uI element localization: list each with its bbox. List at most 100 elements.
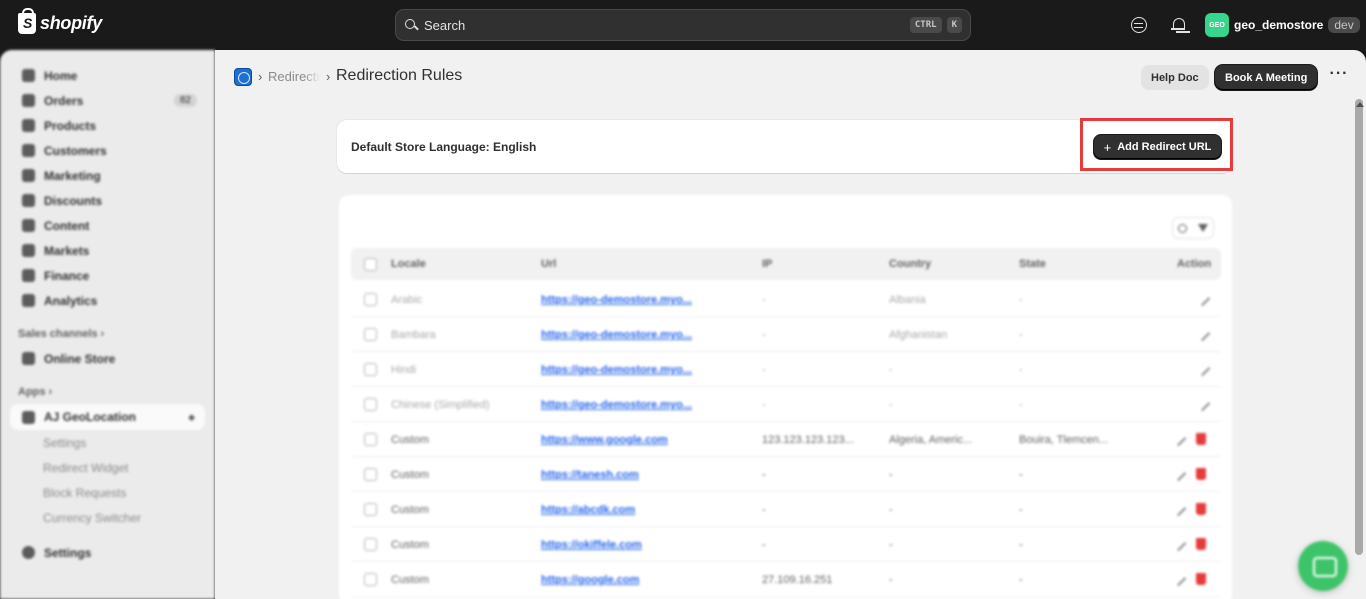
- add-redirect-url-label: Add Redirect URL: [1117, 141, 1212, 153]
- row-checkbox[interactable]: [364, 398, 377, 411]
- row-checkbox[interactable]: [364, 468, 377, 481]
- orders-icon: [22, 94, 35, 107]
- sidebar-item-discounts[interactable]: Discounts: [0, 188, 215, 213]
- row-checkbox[interactable]: [364, 538, 377, 551]
- more-actions-icon[interactable]: ···: [1329, 66, 1349, 87]
- edit-icon[interactable]: [1170, 535, 1187, 552]
- sidebar-item-online-store[interactable]: Online Store: [0, 346, 215, 371]
- scroll-up-arrow-icon[interactable]: [1356, 102, 1364, 107]
- edit-icon[interactable]: [1170, 465, 1187, 482]
- row-checkbox[interactable]: [364, 573, 377, 586]
- account-menu[interactable]: GEO geo_demostore dev: [1205, 13, 1360, 37]
- cell-locale: Hindi: [391, 364, 417, 376]
- sidebar-subitem-currency-switcher[interactable]: Currency Switcher: [0, 505, 215, 530]
- help-doc-button[interactable]: Help Doc: [1141, 65, 1209, 90]
- table-tools[interactable]: [1172, 217, 1214, 239]
- delete-icon[interactable]: [1196, 573, 1206, 585]
- cell-country: -: [889, 574, 893, 586]
- search-placeholder: Search: [424, 17, 466, 33]
- filter-icon[interactable]: [1197, 224, 1208, 232]
- search-input[interactable]: Search CTRL K: [395, 9, 971, 41]
- cell-url-link[interactable]: https://abcdk.com: [541, 504, 635, 516]
- cell-url-link[interactable]: https://geo-demostore.myo...: [541, 399, 692, 411]
- delete-icon[interactable]: [1196, 503, 1206, 515]
- cell-state: -: [1019, 364, 1023, 376]
- cell-country: Algeria, Americ...: [889, 434, 973, 446]
- sales-channels-section[interactable]: Sales channels ›: [0, 321, 215, 346]
- sidebar-subitem-redirect-widget[interactable]: Redirect Widget: [0, 455, 215, 480]
- shopify-bag-icon: [18, 8, 36, 34]
- sidebar-item-customers[interactable]: Customers: [0, 138, 215, 163]
- chat-button[interactable]: [1298, 541, 1348, 591]
- cell-ip: 27.109.16.251: [762, 574, 833, 586]
- cell-state: -: [1019, 399, 1023, 411]
- cell-url-link[interactable]: https://tanesh.com: [541, 469, 639, 481]
- select-all-checkbox[interactable]: [364, 258, 377, 271]
- cell-url-link[interactable]: https://google.com: [541, 574, 639, 586]
- cell-locale: Bambara: [391, 329, 436, 341]
- breadcrumb-link[interactable]: Redirection Rules: [268, 69, 320, 84]
- cell-url-link[interactable]: https://geo-demostore.myo...: [541, 294, 692, 306]
- sidebar-subitem-block-requests[interactable]: Block Requests: [0, 480, 215, 505]
- sidebar-item-label: Markets: [44, 243, 90, 258]
- delete-icon[interactable]: [1196, 538, 1206, 550]
- sidebar-item-analytics[interactable]: Analytics: [0, 288, 215, 313]
- bell-icon[interactable]: [1170, 17, 1186, 33]
- sidebar-item-home[interactable]: Home: [0, 63, 215, 88]
- edit-icon[interactable]: [1194, 360, 1211, 377]
- sidebar-item-label: Analytics: [44, 293, 98, 308]
- section-label: Apps: [18, 385, 46, 398]
- pin-icon[interactable]: ◆: [188, 412, 195, 423]
- cell-url-link[interactable]: https://www.google.com: [541, 434, 668, 446]
- delete-icon[interactable]: [1196, 468, 1206, 480]
- row-checkbox[interactable]: [364, 363, 377, 376]
- cell-url-link[interactable]: https://geo-demostore.myo...: [541, 364, 692, 376]
- row-checkbox[interactable]: [364, 293, 377, 306]
- home-icon: [22, 69, 35, 82]
- column-header-country: Country: [889, 258, 932, 270]
- delete-icon[interactable]: [1196, 433, 1206, 445]
- add-redirect-url-button[interactable]: + Add Redirect URL: [1094, 135, 1221, 159]
- orders-count-badge: 82: [173, 94, 197, 107]
- row-checkbox[interactable]: [364, 433, 377, 446]
- row-checkbox[interactable]: [364, 328, 377, 341]
- default-language-text: Default Store Language: English: [351, 140, 537, 154]
- cell-url-link[interactable]: https://geo-demostore.myo...: [541, 329, 692, 341]
- table-row: Custom https://www.google.com 123.123.123.…: [351, 423, 1221, 457]
- sidebar-item-settings[interactable]: Settings: [0, 540, 215, 565]
- edit-icon[interactable]: [1170, 500, 1187, 517]
- sidebar-item-app[interactable]: AJ GeoLocation ◆: [10, 404, 205, 430]
- cell-locale: Chinese (Simplified): [391, 399, 490, 411]
- sidebar-subitem-label: Currency Switcher: [43, 510, 142, 525]
- table-row: Hindi https://geo-demostore.myo... - - -: [351, 353, 1221, 387]
- sidebar-item-marketing[interactable]: Marketing: [0, 163, 215, 188]
- edit-icon[interactable]: [1194, 290, 1211, 307]
- shortcut-ctrl: CTRL: [909, 17, 942, 33]
- sidebar-item-products[interactable]: Products: [0, 113, 215, 138]
- edit-icon[interactable]: [1194, 325, 1211, 342]
- store-icon[interactable]: [1131, 17, 1147, 33]
- shopify-logo[interactable]: shopify: [18, 8, 102, 34]
- table-row: Custom https://okiffele.com - - -: [351, 528, 1221, 562]
- sidebar-item-markets[interactable]: Markets: [0, 238, 215, 263]
- brand-text: shopify: [40, 13, 102, 33]
- sidebar-subitem-settings[interactable]: Settings: [0, 430, 215, 455]
- row-checkbox[interactable]: [364, 503, 377, 516]
- sidebar-subitem-label: Block Requests: [43, 485, 127, 500]
- edit-icon[interactable]: [1194, 395, 1211, 412]
- cell-locale: Arabic: [391, 294, 423, 306]
- edit-icon[interactable]: [1170, 570, 1187, 587]
- sidebar-item-finance[interactable]: Finance: [0, 263, 215, 288]
- apps-section[interactable]: Apps ›: [0, 379, 215, 404]
- app-logo-icon[interactable]: [234, 68, 252, 86]
- search-icon[interactable]: [1178, 223, 1188, 233]
- cell-url-link[interactable]: https://okiffele.com: [541, 539, 642, 551]
- sidebar-item-orders[interactable]: Orders 82: [0, 88, 215, 113]
- cell-country: Albania: [889, 294, 926, 306]
- edit-icon[interactable]: [1170, 430, 1187, 447]
- sidebar-item-content[interactable]: Content: [0, 213, 215, 238]
- app-icon: [22, 410, 35, 424]
- chart-icon: [22, 294, 35, 307]
- scrollbar[interactable]: [1355, 99, 1363, 555]
- book-meeting-button[interactable]: Book A Meeting: [1215, 65, 1318, 90]
